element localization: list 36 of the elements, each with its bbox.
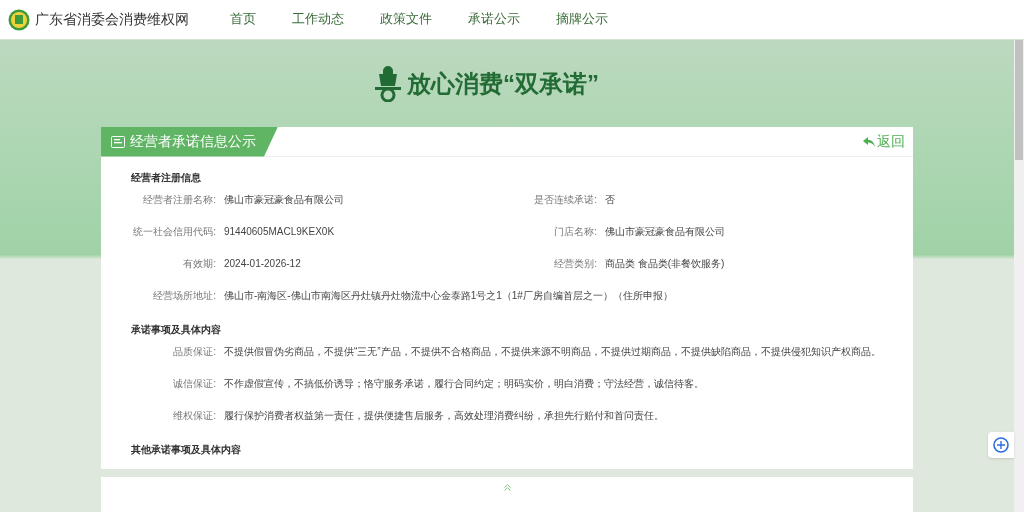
document-icon — [111, 135, 125, 148]
field-label: 诚信保证: — [172, 377, 216, 391]
field-value: 不提供假冒伪劣商品，不提供“三无”产品，不提供不合格商品，不提供来源不明商品，不提供过期商品，不提供缺陷商品，不提供侵犯知识产权商品。 — [224, 345, 881, 359]
field-label: 维权保证: — [172, 409, 216, 423]
bag-scale-icon — [375, 65, 401, 102]
field-label: 是否连续承诺: — [533, 193, 597, 207]
emblem-logo-icon — [8, 8, 30, 31]
site-name[interactable]: 广东省消委会消费维权网 — [35, 9, 189, 30]
nav-link[interactable]: 政策文件 — [367, 10, 445, 29]
field-label: 统一社会信用代码: — [132, 225, 216, 239]
field-value: 否 — [605, 193, 615, 207]
field-label: 门店名称: — [553, 225, 597, 239]
field-value: 91440605MACL9KEX0K — [224, 225, 335, 239]
return-arrow-icon — [863, 136, 875, 147]
nav-link[interactable]: 首页 — [217, 10, 269, 29]
nav-link[interactable]: 工作动态 — [279, 10, 357, 29]
double-up-chevron-icon — [503, 484, 511, 491]
field-value: 佛山市豪冠豪食品有限公司 — [605, 225, 725, 239]
section-heading: 承诺事项及具体内容 — [131, 322, 222, 337]
field-value: 商品类 食品类(非餐饮服务) — [605, 257, 725, 271]
section-heading: 经营者注册信息 — [131, 170, 202, 185]
nav-link[interactable]: 承诺公示 — [455, 10, 533, 29]
banner-title: 放心消费“双承诺” — [407, 68, 599, 99]
field-label: 经营场所地址: — [152, 289, 216, 303]
field-label: 经营类别: — [553, 257, 597, 271]
field-value: 佛山市豪冠豪食品有限公司 — [224, 193, 344, 207]
section-heading: 其他承诺事项及具体内容 — [131, 442, 242, 457]
field-value: 2024-01-2026-12 — [224, 257, 301, 271]
field-value: 履行保护消费者权益第一责任，提供便捷售后服务，高效处理消费纠纷，承担先行赔付和首问责任。 — [224, 409, 664, 423]
field-value: 佛山市-南海区-佛山市南海区丹灶镇丹灶物流中心金泰路1号之1（1#厂房自编首层之一）（住所申报） — [224, 289, 673, 303]
field-label: 品质保证: — [172, 345, 216, 359]
nav-link[interactable]: 摘牌公示 — [543, 10, 621, 29]
field-label: 有效期: — [182, 257, 216, 271]
field-value: 不作虚假宣传，不搞低价诱导；恪守服务承诺，履行合同约定；明码实价，明白消费；守法经营，诚信待客。 — [224, 377, 704, 391]
field-label: 经营者注册名称: — [142, 193, 216, 207]
card-title: 经营者承诺信息公示 — [130, 132, 256, 151]
